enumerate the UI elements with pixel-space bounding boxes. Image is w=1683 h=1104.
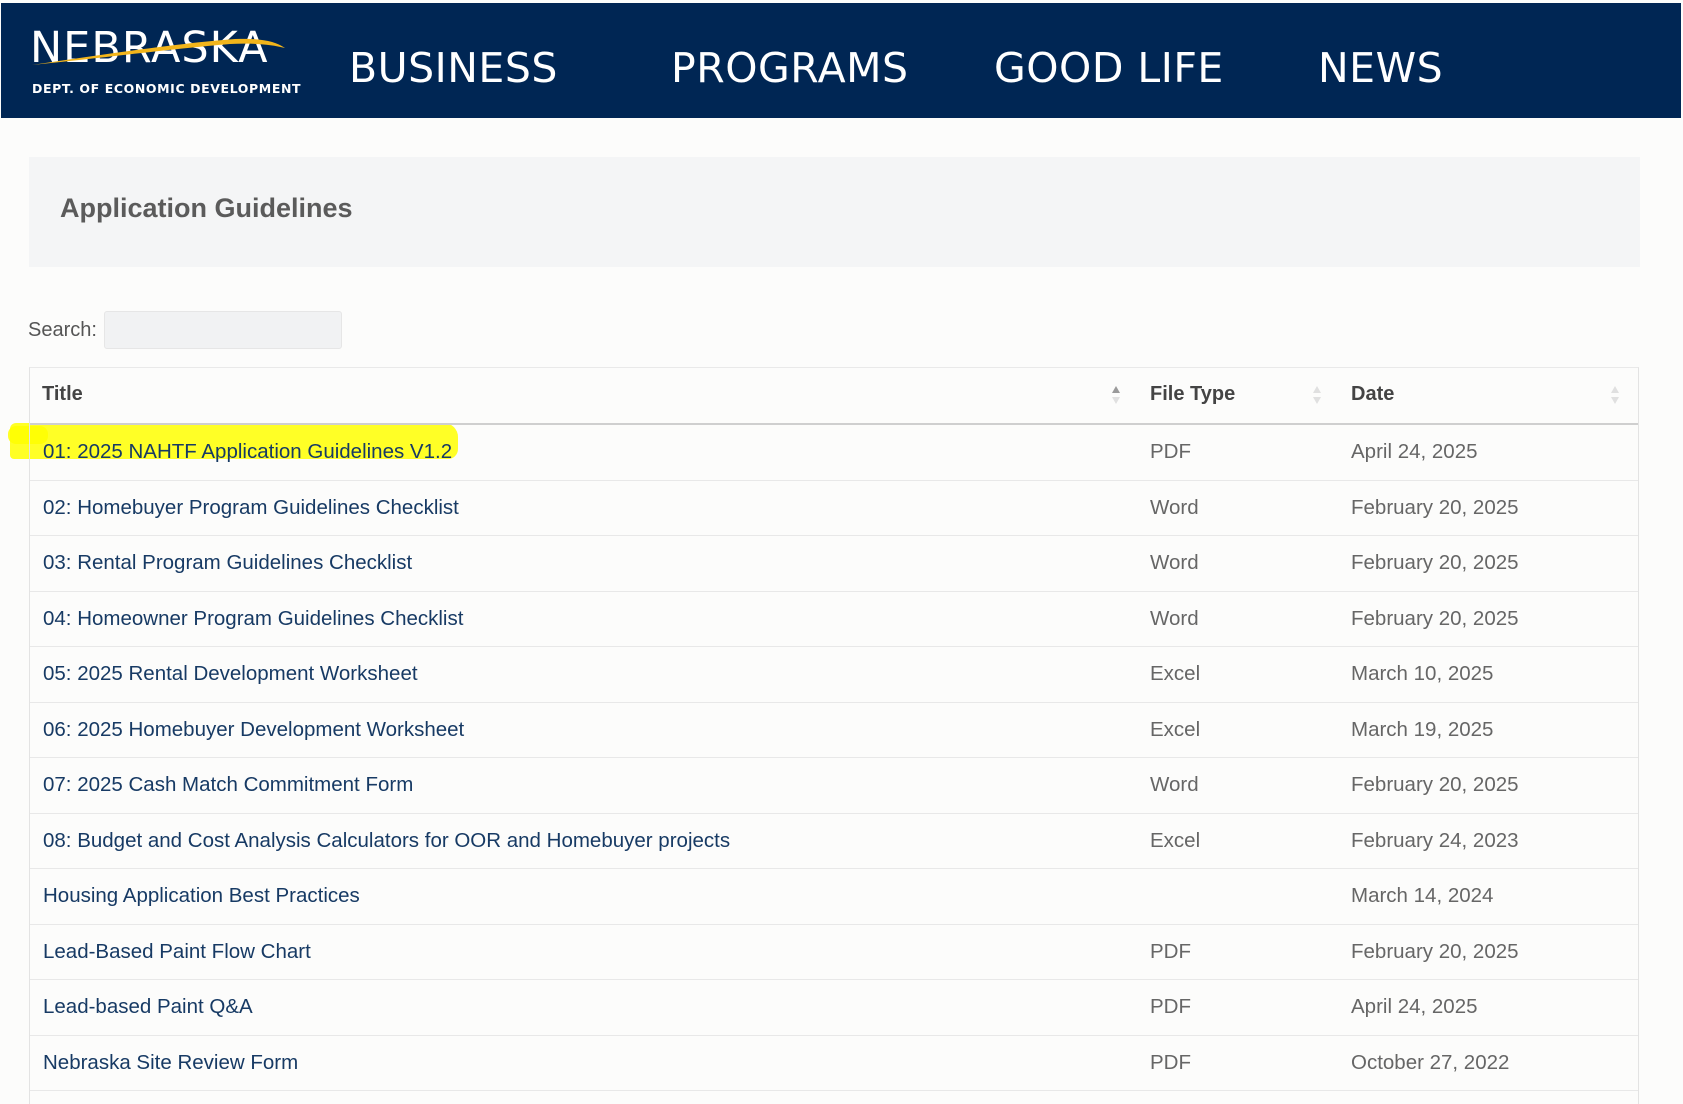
table-row: 01: 2025 NAHTF Application Guidelines V1… [30, 425, 1638, 481]
nav-good-life[interactable]: GOOD LIFE [994, 42, 1224, 94]
table-row: Lead-Based Paint Flow Chart PDF February… [30, 925, 1638, 980]
nav-programs[interactable]: PROGRAMS [671, 42, 909, 94]
table-row: 06: 2025 Homebuyer Development Worksheet… [30, 703, 1638, 758]
file-type: PDF [1150, 440, 1191, 463]
documents-table: Title File Type Date 01: 2025 NAHTF Appl… [29, 367, 1639, 1104]
document-date: March 10, 2025 [1351, 662, 1494, 685]
document-link[interactable]: Lead-Based Paint Flow Chart [43, 925, 311, 979]
column-header-date-label: Date [1351, 383, 1395, 405]
document-date: February 20, 2025 [1351, 606, 1519, 630]
table-row: 02: Homebuyer Program Guidelines Checkli… [30, 481, 1638, 536]
document-link[interactable]: Housing Application Best Practices [43, 869, 360, 923]
table-row: Nebraska Site Review Form PDF October 27… [30, 1036, 1638, 1091]
document-date: February 20, 2025 [1351, 773, 1519, 796]
file-type: Excel [1150, 828, 1201, 852]
file-type: PDF [1150, 995, 1191, 1018]
table-row: 04: Homeowner Program Guidelines Checkli… [30, 592, 1638, 647]
search-input[interactable] [104, 311, 342, 349]
page-title: Application Guidelines [60, 193, 353, 223]
logo-swoosh-icon [32, 38, 285, 65]
column-header-title[interactable]: Title [42, 368, 83, 423]
document-link[interactable]: 03: Rental Program Guidelines Checklist [43, 536, 412, 590]
nav-news[interactable]: NEWS [1318, 42, 1443, 94]
document-link[interactable]: 01: 2025 NAHTF Application Guidelines V1… [43, 425, 452, 479]
document-date: March 14, 2024 [1351, 884, 1494, 907]
document-link[interactable]: 05: 2025 Rental Development Worksheet [43, 647, 418, 701]
table-row: Housing Application Best Practices March… [30, 869, 1638, 925]
file-type: PDF [1150, 1050, 1191, 1074]
table-row: 03: Rental Program Guidelines Checklist … [30, 536, 1638, 592]
column-header-file-type[interactable]: File Type [1150, 368, 1235, 423]
page-title-panel: Application Guidelines [29, 157, 1640, 267]
document-link[interactable]: 08: Budget and Cost Analysis Calculators… [43, 814, 730, 868]
document-date: April 24, 2025 [1351, 995, 1478, 1018]
column-header-file-type-label: File Type [1150, 383, 1236, 405]
file-type: Word [1150, 551, 1199, 574]
document-link[interactable]: Nebraska Site Review Form [43, 1036, 298, 1090]
column-header-title-label: Title [42, 383, 83, 405]
document-date: April 24, 2025 [1351, 440, 1478, 463]
document-date: February 20, 2025 [1351, 495, 1519, 519]
document-date: February 24, 2023 [1351, 828, 1519, 852]
table-header: Title File Type Date [30, 368, 1638, 425]
table-row: 07: 2025 Cash Match Commitment Form Word… [30, 758, 1638, 814]
sort-ascending-icon[interactable] [1111, 384, 1121, 406]
file-type: Word [1150, 495, 1199, 519]
table-row: 05: 2025 Rental Development Worksheet Ex… [30, 647, 1638, 703]
table-row: Lead-based Paint Q&A PDF April 24, 2025 [30, 980, 1638, 1036]
document-link[interactable]: 02: Homebuyer Program Guidelines Checkli… [43, 481, 459, 535]
document-link[interactable]: Lead-based Paint Q&A [43, 980, 253, 1034]
nebraska-logo[interactable]: NEBRASKA DEPT. OF ECONOMIC DEVELOPMENT [30, 27, 301, 102]
table-row: 08: Budget and Cost Analysis Calculators… [30, 814, 1638, 869]
file-type: Word [1150, 606, 1199, 630]
search-label: Search: [28, 319, 97, 341]
document-date: February 20, 2025 [1351, 939, 1519, 963]
sort-unsorted-icon[interactable] [1312, 384, 1322, 406]
document-link[interactable]: 07: 2025 Cash Match Commitment Form [43, 758, 413, 812]
document-date: October 27, 2022 [1351, 1050, 1510, 1074]
sort-unsorted-icon[interactable] [1610, 384, 1620, 406]
file-type: PDF [1150, 939, 1191, 963]
site-header: NEBRASKA DEPT. OF ECONOMIC DEVELOPMENT B… [1, 3, 1681, 118]
logo-subtitle: DEPT. OF ECONOMIC DEVELOPMENT [32, 81, 302, 96]
document-date: March 19, 2025 [1351, 717, 1494, 741]
nav-business[interactable]: BUSINESS [349, 42, 558, 94]
file-type: Word [1150, 773, 1199, 796]
file-type: Excel [1150, 662, 1201, 685]
column-header-date[interactable]: Date [1351, 368, 1394, 423]
document-link[interactable]: 06: 2025 Homebuyer Development Worksheet [43, 703, 464, 757]
document-link[interactable]: 04: Homeowner Program Guidelines Checkli… [43, 592, 463, 646]
file-type: Excel [1150, 717, 1201, 741]
document-date: February 20, 2025 [1351, 551, 1519, 574]
